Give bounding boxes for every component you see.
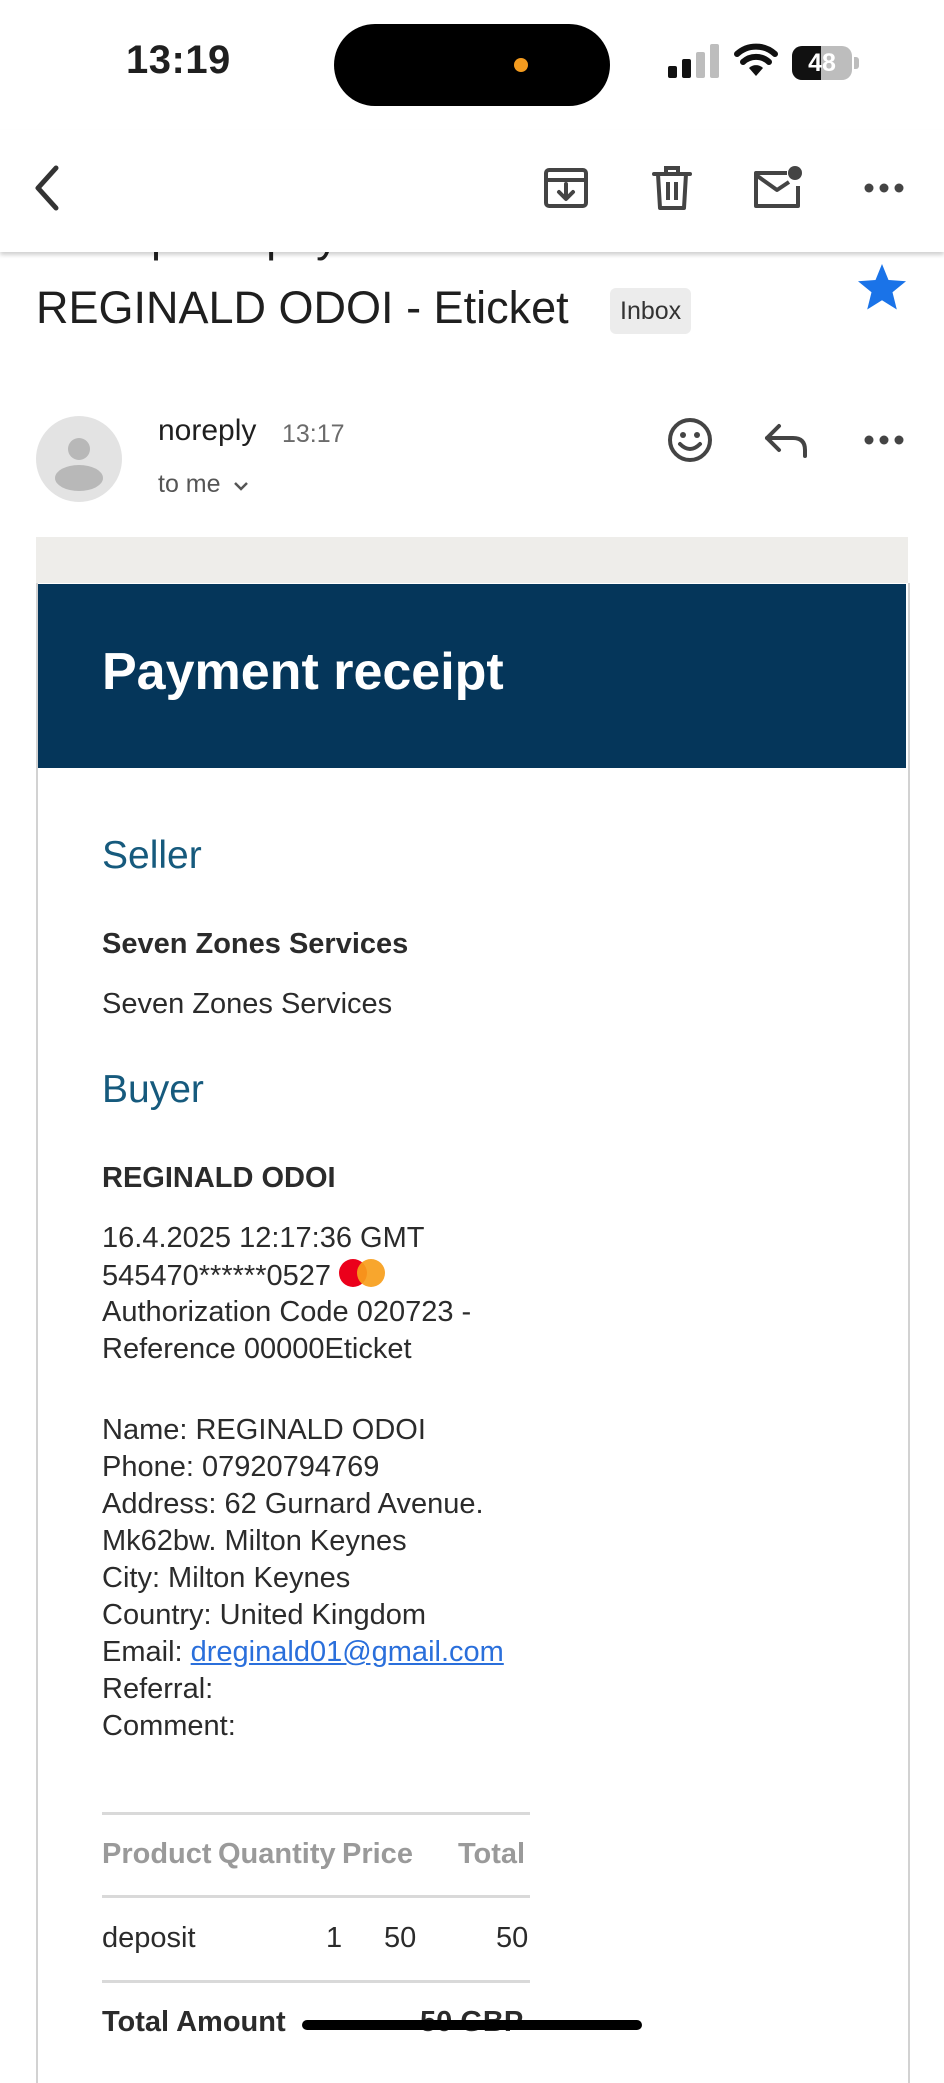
buyer-name: REGINALD ODOI <box>102 1162 336 1194</box>
add-reaction-button[interactable] <box>662 412 718 468</box>
reply-icon <box>765 424 807 458</box>
recipient-toggle[interactable]: to me <box>158 470 249 499</box>
cellular-signal-icon <box>668 44 719 78</box>
buyer-name-line: Name: REGINALD ODOI <box>102 1414 426 1446</box>
email-toolbar <box>0 130 944 252</box>
row-total: 50 <box>496 1922 529 1954</box>
avatar[interactable] <box>36 416 122 502</box>
home-indicator[interactable] <box>302 2020 642 2030</box>
back-button[interactable] <box>20 160 76 216</box>
recipient-label: to me <box>158 470 221 498</box>
buyer-heading: Buyer <box>102 1068 204 1111</box>
col-header-quantity: Quantity <box>218 1838 336 1870</box>
mark-unread-button[interactable] <box>750 160 806 216</box>
back-icon <box>35 165 59 211</box>
seller-heading: Seller <box>102 834 202 877</box>
card-number-line: 545470******0527 <box>102 1259 385 1293</box>
col-header-total: Total <box>458 1838 526 1870</box>
status-bar: 13:19 48 <box>0 0 944 130</box>
more-options-button[interactable] <box>856 160 912 216</box>
privacy-indicator <box>514 58 528 72</box>
mail-unread-icon <box>754 166 802 208</box>
buyer-phone: Phone: 07920794769 <box>102 1451 380 1483</box>
archive-icon <box>544 168 588 208</box>
sender-name[interactable]: noreply <box>158 414 256 448</box>
card-number: 545470******0527 <box>102 1260 331 1292</box>
emoji-icon <box>668 418 712 462</box>
email-body-top-band <box>36 537 908 583</box>
buyer-email-line: Email: dreginald01@gmail.com <box>102 1636 504 1669</box>
archive-button[interactable] <box>538 160 594 216</box>
star-icon[interactable] <box>856 262 908 312</box>
seller-name: Seven Zones Services <box>102 988 393 1020</box>
buyer-address-1: Address: 62 Gurnard Avenue. <box>102 1488 484 1520</box>
col-header-price: Price <box>342 1838 413 1870</box>
sent-time: 13:17 <box>282 420 345 448</box>
table-rule-bottom <box>102 1980 530 1983</box>
reply-button[interactable] <box>758 412 814 468</box>
person-icon <box>55 438 103 491</box>
comment: Comment: <box>102 1710 236 1742</box>
buyer-address-2: Mk62bw. Milton Keynes <box>102 1525 407 1557</box>
table-rule-top <box>102 1812 530 1815</box>
row-quantity: 1 <box>326 1922 343 1954</box>
message-more-button[interactable] <box>856 412 912 468</box>
seller-name-bold: Seven Zones Services <box>102 928 409 960</box>
buyer-country: Country: United Kingdom <box>102 1599 426 1631</box>
dynamic-island <box>334 24 610 106</box>
subject-line-2: REGINALD ODOI - Eticket <box>36 282 569 333</box>
total-amount-label: Total Amount <box>102 2006 286 2038</box>
col-header-product: Product <box>102 1838 212 1870</box>
wifi-icon <box>734 43 778 76</box>
delete-button[interactable] <box>644 160 700 216</box>
inbox-label-chip[interactable]: Inbox <box>610 288 692 334</box>
chevron-down-icon <box>234 482 249 491</box>
buyer-city: City: Milton Keynes <box>102 1562 351 1594</box>
battery-indicator: 48 <box>792 46 860 80</box>
row-product: deposit <box>102 1922 196 1954</box>
email-label: Email: <box>102 1636 191 1668</box>
reference: Reference 00000Eticket <box>102 1333 412 1365</box>
authorization-code: Authorization Code 020723 - <box>102 1296 472 1328</box>
trash-icon <box>652 166 692 210</box>
mastercard-icon <box>339 1259 385 1287</box>
table-rule-header <box>102 1895 530 1898</box>
more-icon <box>864 435 904 445</box>
referral: Referral: <box>102 1673 214 1705</box>
transaction-datetime: 16.4.2025 12:17:36 GMT <box>102 1222 425 1254</box>
battery-percent: 48 <box>808 49 836 77</box>
status-time: 13:19 <box>126 38 231 82</box>
receipt-title: Payment receipt <box>102 643 504 701</box>
buyer-email-link[interactable]: dreginald01@gmail.com <box>191 1636 504 1668</box>
row-price: 50 <box>384 1922 417 1954</box>
more-icon <box>864 183 904 193</box>
